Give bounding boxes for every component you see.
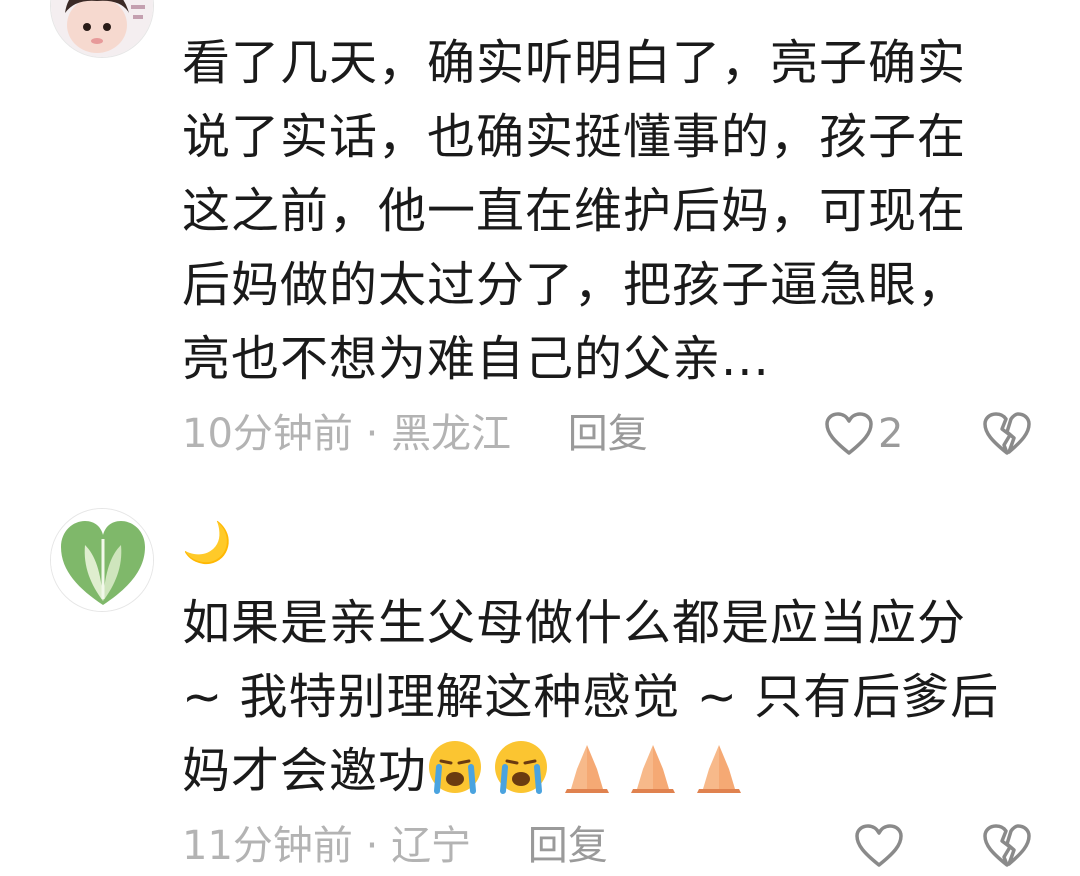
comment-time: 10分钟前 [182, 411, 353, 457]
folded-hands-emoji [631, 745, 676, 793]
broken-heart-icon [983, 824, 1031, 867]
heart-icon [855, 824, 903, 867]
dislike-button[interactable] [982, 404, 1032, 464]
like-count: 2 [878, 411, 904, 457]
comment-location: 黑龙江 [391, 411, 512, 457]
comment-meta: 11分钟前 · 辽宁 回复 [182, 816, 1032, 876]
loudly-crying-face-emoji [429, 741, 482, 794]
avatar[interactable] [50, 508, 154, 612]
like-button[interactable]: 2 [824, 404, 903, 464]
heart-icon [825, 412, 873, 455]
meta-separator: · [365, 411, 379, 457]
like-button[interactable] [854, 816, 908, 876]
comment-item: 🌙 如果是亲生父母做什么都是应当应分 ~ 我特别理解这种感觉 ~ 只有后爹后妈才… [0, 470, 1080, 874]
folded-hands-emoji [565, 745, 610, 793]
loudly-crying-face-emoji [495, 741, 548, 794]
comment-time: 11分钟前 [182, 823, 353, 869]
avatar[interactable] [50, 0, 154, 58]
avatar-image [51, 509, 153, 611]
comment-meta: 10分钟前 · 黑龙江 回复 2 [182, 404, 1032, 464]
avatar-image [51, 0, 153, 57]
comment-location: 辽宁 [391, 823, 472, 869]
broken-heart-icon [983, 412, 1031, 455]
comment-item: 看了几天，确实听明白了，亮子确实说了实话，也确实挺懂事的，孩子在这之前，他一直在… [0, 0, 1080, 470]
comment-nickname: 🌙 [182, 520, 232, 566]
meta-separator: · [365, 823, 379, 869]
reply-button[interactable]: 回复 [528, 823, 608, 869]
reply-button[interactable]: 回复 [568, 411, 648, 457]
comment-text: 如果是亲生父母做什么都是应当应分 ~ 我特别理解这种感觉 ~ 只有后爹后妈才会邀… [182, 586, 1002, 808]
dislike-button[interactable] [982, 816, 1032, 876]
comment-text: 看了几天，确实听明白了，亮子确实说了实话，也确实挺懂事的，孩子在这之前，他一直在… [182, 35, 967, 387]
folded-hands-emoji [697, 745, 742, 793]
